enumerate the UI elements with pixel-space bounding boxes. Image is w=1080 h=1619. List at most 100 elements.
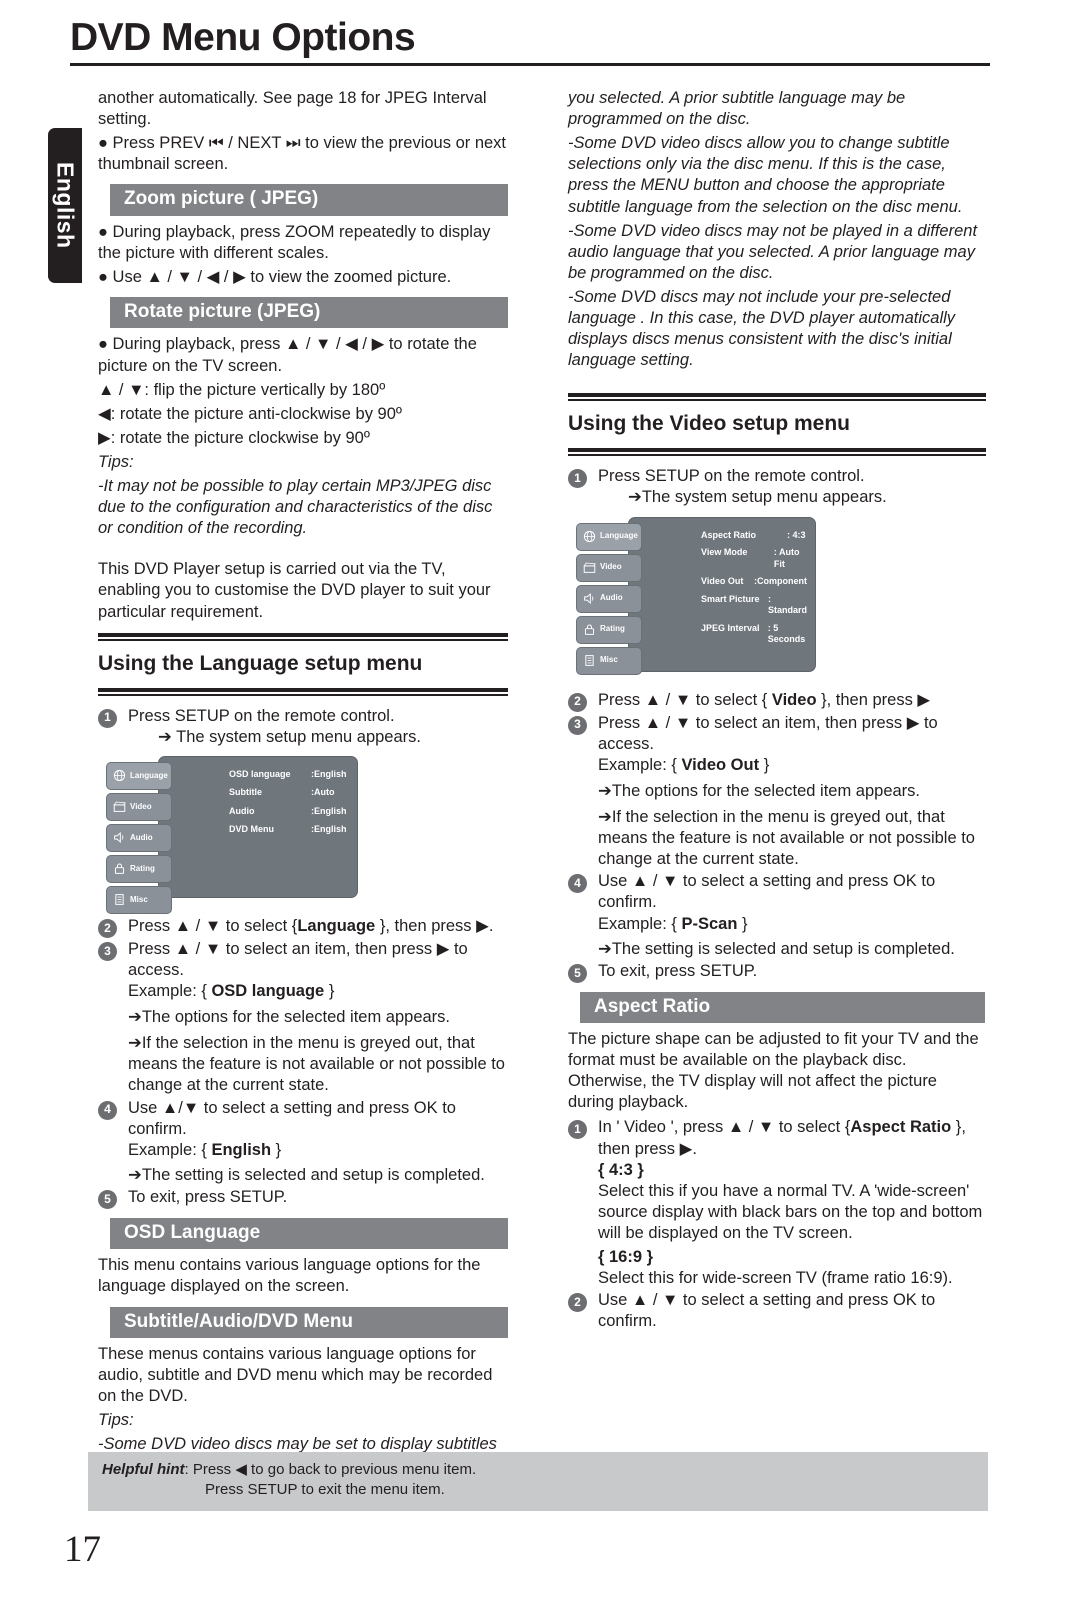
video-step-3-result-b: ➔If the selection in the menu is greyed …: [598, 807, 975, 869]
zoom-bullet-1: ● During playback, press ZOOM repeatedly…: [98, 222, 491, 262]
example-close: }: [742, 914, 748, 933]
rating-lock-icon: [584, 624, 595, 635]
osd-row-key: DVD Menu: [229, 824, 274, 835]
osd-row-value: :Component: [754, 576, 807, 587]
step-number-badge: 1: [98, 708, 117, 728]
step-number-badge: 4: [568, 874, 587, 894]
rotate-tips-text: -It may not be possible to play certain …: [98, 477, 493, 538]
example-value: English: [211, 1140, 272, 1159]
example-label: Example: {: [128, 1140, 207, 1159]
language-globe-icon: [583, 530, 596, 543]
language-step-4-result: ➔The setting is selected and setup is co…: [128, 1165, 485, 1184]
helpful-hint-line-2: Press SETUP to exit the menu item.: [205, 1481, 445, 1499]
osd-rows: Aspect Ratio : 4:3 View Mode : Auto Fit …: [701, 530, 807, 652]
example-label: Example: {: [598, 755, 677, 774]
osd-tab-label: Audio: [130, 832, 153, 842]
subtitle-audio-dvd-heading: Subtitle/Audio/DVD Menu: [110, 1306, 508, 1338]
title-rule: [70, 63, 990, 66]
osd-tab-audio: Audio: [576, 584, 642, 613]
subtitle-audio-dvd-text: These menus contains various language op…: [98, 1344, 493, 1406]
osd-tab-label: Rating: [600, 624, 625, 634]
language-step-1-result: ➔ The system setup menu appears.: [158, 727, 421, 746]
language-setup-screen-image: OSD language :English Subtitle :Auto Aud…: [106, 755, 358, 914]
osd-row: Audio :English: [229, 806, 349, 818]
misc-document-icon: [585, 655, 594, 666]
language-step-2: 2 Press ▲ / ▼ to select {Language }, the…: [98, 916, 508, 938]
osd-panel: Aspect Ratio : 4:3 View Mode : Auto Fit …: [628, 516, 816, 672]
video-step-4-result: ➔The setting is selected and setup is co…: [598, 939, 955, 958]
helpful-hint-line-1: Helpful hint: Press ◀ to go back to prev…: [102, 1460, 988, 1480]
option-169-label: { 16:9 }: [598, 1248, 654, 1267]
video-step-3-text: Press ▲ / ▼ to select an item, then pres…: [598, 713, 938, 753]
osd-tab-label: Video: [130, 801, 152, 811]
video-step-5-text: To exit, press SETUP.: [598, 961, 758, 980]
left-column: another automatically. See page 18 for J…: [98, 88, 508, 1480]
aspect-step-1-bold: Aspect Ratio: [850, 1118, 952, 1137]
audio-speaker-icon: [584, 592, 594, 605]
example-close: }: [275, 1140, 282, 1159]
step-number-badge: 3: [568, 715, 587, 735]
step-number-badge: 2: [98, 918, 117, 938]
osd-rows: OSD language :English Subtitle :Auto Aud…: [229, 769, 349, 843]
language-side-tab: English: [48, 128, 82, 283]
step-number-badge: 5: [98, 1190, 117, 1209]
osd-row-key: JPEG Interval: [701, 622, 760, 633]
example-close: }: [328, 982, 335, 1001]
osd-tab-label: Language: [600, 531, 638, 541]
example-label: Example: {: [598, 914, 677, 933]
example-close: }: [763, 755, 770, 774]
language-side-tab-label: English: [52, 162, 79, 249]
osd-tab-misc: Misc: [576, 646, 642, 675]
aspect-ratio-text: The picture shape can be adjusted to fit…: [568, 1030, 979, 1112]
option-43-label: { 4:3 }: [598, 1160, 644, 1179]
osd-panel: OSD language :English Subtitle :Auto Aud…: [158, 755, 358, 898]
rotate-key-right: ▶: rotate the picture clockwise by 90º: [98, 428, 370, 447]
osd-row-key: Video Out: [701, 576, 744, 587]
language-step-2-text: Press ▲ / ▼ to select {Language }, then …: [128, 916, 494, 935]
aspect-ratio-steps: 1 In ' Video ', press ▲ / ▼ to select {A…: [568, 1117, 986, 1332]
language-section-rule-top: [98, 632, 508, 641]
osd-row: Video Out :Component: [701, 576, 807, 588]
language-step-3-text: Press ▲ / ▼ to select an item, then pres…: [128, 939, 468, 979]
osd-row-value: :Auto: [311, 787, 335, 798]
tips-continued-2: -Some DVD video discs allow you to chang…: [568, 134, 963, 216]
video-step-1: 1 Press SETUP on the remote control. ➔Th…: [568, 466, 986, 508]
osd-tab-video: Video: [106, 792, 172, 821]
language-globe-icon: [113, 770, 126, 782]
option-43-text: Select this if you have a normal TV. A '…: [598, 1181, 983, 1243]
rotate-tips-label: Tips:: [98, 452, 134, 471]
osd-row: DVD Menu :English: [229, 824, 349, 836]
osd-tabs: Language Video Audio Rating Misc: [576, 522, 642, 678]
osd-tab-language: Language: [106, 761, 172, 790]
language-step-3: 3 Press ▲ / ▼ to select an item, then pr…: [98, 939, 508, 1097]
aspect-step-2: 2 Use ▲ / ▼ to select a setting and pres…: [568, 1290, 986, 1332]
aspect-step-2-text: Use ▲ / ▼ to select a setting and press …: [598, 1291, 936, 1331]
page-number: 17: [64, 1529, 101, 1570]
rotate-picture-heading: Rotate picture (JPEG): [110, 297, 508, 329]
step-number-badge: 1: [568, 1120, 587, 1140]
language-step-4-example: Example: { English }: [128, 1140, 508, 1161]
osd-tab-rating: Rating: [576, 615, 642, 644]
video-step-2-bold: Video: [771, 690, 817, 709]
example-value: Video Out: [681, 755, 760, 774]
osd-tab-label: Misc: [600, 655, 618, 665]
language-step-3-result-b: ➔If the selection in the menu is greyed …: [128, 1034, 505, 1095]
intro-paragraph: another automatically. See page 18 for J…: [98, 89, 487, 129]
osd-row-key: Smart Picture: [701, 593, 760, 604]
language-step-5: 5 To exit, press SETUP.: [98, 1187, 508, 1209]
zoom-picture-heading: Zoom picture ( JPEG): [110, 184, 508, 216]
osd-language-heading: OSD Language: [110, 1218, 508, 1250]
video-step-4: 4 Use ▲ / ▼ to select a setting and pres…: [568, 871, 986, 959]
video-step-1-result: ➔The system setup menu appears.: [628, 488, 887, 507]
setup-intro-paragraph: This DVD Player setup is carried out via…: [98, 560, 491, 621]
video-setup-steps: 1 Press SETUP on the remote control. ➔Th…: [568, 466, 986, 983]
osd-row-value: :English: [311, 805, 347, 816]
step-number-badge: 5: [568, 963, 587, 983]
language-step-2-bold: Language: [297, 916, 376, 935]
helpful-hint-label: Helpful hint: [102, 1461, 185, 1478]
language-step-5-text: To exit, press SETUP.: [128, 1188, 288, 1206]
tips-continued-1: you selected. A prior subtitle language …: [568, 89, 906, 129]
aspect-step-1-text: In ' Video ', press ▲ / ▼ to select {Asp…: [598, 1118, 966, 1158]
osd-tab-rating: Rating: [106, 854, 172, 883]
tips-continued-4: -Some DVD discs may not include your pre…: [568, 287, 956, 370]
